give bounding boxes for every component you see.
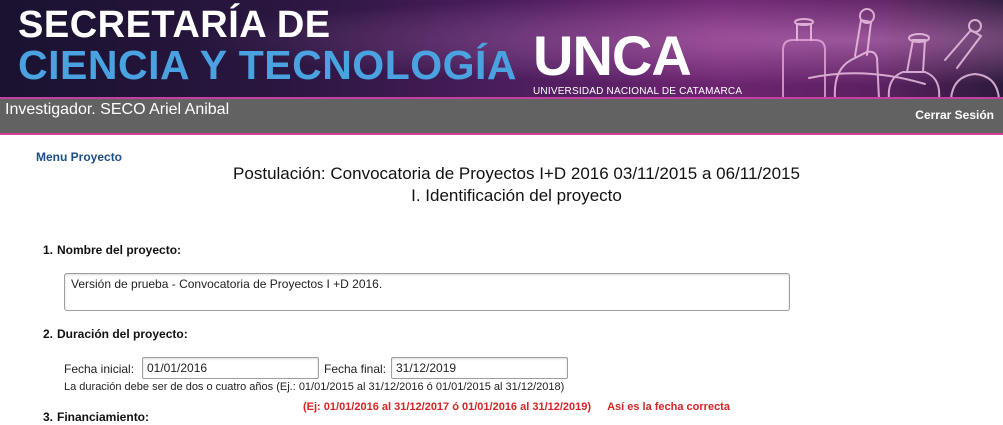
duration-hint: La duración debe ser de dos o cuatro año…	[64, 381, 565, 393]
logout-link[interactable]: Cerrar Sesión	[915, 108, 994, 122]
section-1-label: 1. Nombre del proyecto:	[36, 243, 181, 257]
start-date-input[interactable]	[142, 357, 319, 379]
logo-ca: CA	[611, 24, 692, 87]
section-3-label: 3. Financiamiento:	[36, 410, 149, 424]
start-date-label: Fecha inicial:	[64, 362, 135, 376]
user-bar: Investigador. SECO Ariel Anibal Cerrar S…	[0, 99, 1003, 135]
project-name-input[interactable]: Versión de prueba - Convocatoria de Proy…	[64, 273, 790, 311]
date-warning-example: (Ej: 01/01/2016 al 31/12/2017 ó 01/01/20…	[303, 401, 592, 413]
end-date-label: Fecha final:	[324, 362, 387, 376]
section-1-title: Nombre del proyecto:	[57, 243, 182, 257]
page-title: Postulación: Convocatoria de Proyectos I…	[233, 164, 800, 183]
banner-title-line2: CIENCIA Y TECNOLOGÍA	[18, 42, 518, 88]
logo-subtitle: UNIVERSIDAD NACIONAL DE CATAMARCA	[533, 86, 743, 97]
section-2-label: 2. Duración del proyecto:	[36, 327, 188, 341]
banner-title-line1: SECRETARÍA DE	[18, 4, 331, 46]
header-banner: SECRETARÍA DE CIENCIA Y TECNOLOGÍA UNCA …	[0, 0, 1003, 99]
section-3-title: Financiamiento:	[57, 410, 150, 424]
date-warning-note: Así es la fecha correcta	[607, 401, 730, 413]
section-2-number: 2.	[42, 327, 53, 341]
lab-glassware-icon	[782, 8, 1000, 99]
date-warning: (Ej: 01/01/2016 al 31/12/2017 ó 01/01/20…	[303, 401, 730, 413]
section-2-title: Duración del proyecto:	[57, 327, 188, 341]
logo-wordmark: UNCA	[533, 28, 692, 84]
section-heading: I. Identificación del proyecto	[411, 186, 622, 205]
user-name: Investigador. SECO Ariel Anibal	[5, 101, 230, 118]
unca-logo: UNCA UNIVERSIDAD NACIONAL DE CATAMARCA	[533, 28, 742, 98]
logo-un: UN	[533, 24, 613, 87]
banner-divider	[0, 97, 1003, 99]
section-1-number: 1.	[42, 243, 53, 257]
end-date-input[interactable]	[391, 357, 568, 379]
section-3-number: 3.	[42, 410, 53, 424]
menu-proyecto-link[interactable]: Menu Proyecto	[36, 150, 122, 164]
